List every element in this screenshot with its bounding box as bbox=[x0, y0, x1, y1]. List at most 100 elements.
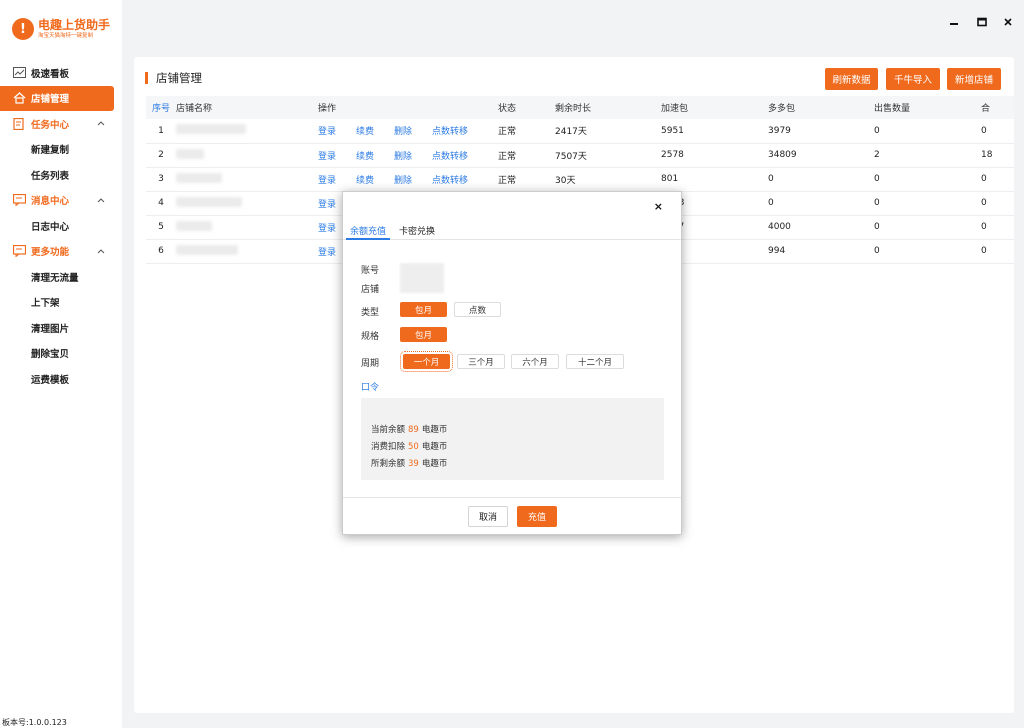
delete-link[interactable]: 删除 bbox=[394, 127, 412, 137]
add-shop-button[interactable]: 新增店铺 bbox=[947, 68, 1001, 90]
tab-card-exchange[interactable]: 卡密兑换 bbox=[399, 224, 435, 240]
logo-icon: ! bbox=[12, 18, 34, 40]
type-option-points[interactable]: 点数 bbox=[454, 302, 501, 317]
row-duoduo-pack: 994 bbox=[768, 239, 874, 264]
task-icon bbox=[12, 117, 26, 130]
renew-link[interactable]: 续费 bbox=[356, 176, 374, 186]
row-status: 正常 bbox=[498, 143, 555, 168]
row-total: 0 bbox=[981, 215, 1014, 240]
shop-label: 店铺 bbox=[361, 285, 380, 295]
transfer-points-link[interactable]: 点数转移 bbox=[432, 152, 468, 162]
table-row: 3 登录 续费 删除 点数转移 正常 30天 801 0 0 0 bbox=[146, 167, 1014, 192]
column-header: 序号 bbox=[146, 96, 176, 119]
row-sold: 0 bbox=[874, 239, 981, 264]
home-icon bbox=[12, 92, 26, 104]
version-label: 板本号:1.0.0.123 bbox=[2, 718, 67, 727]
login-link[interactable]: 登录 bbox=[318, 248, 336, 258]
cancel-button[interactable]: 取消 bbox=[468, 506, 508, 527]
period-option-12-months[interactable]: 十二个月 bbox=[566, 354, 624, 369]
sidebar-item-clean-images[interactable]: 清理图片 bbox=[0, 315, 122, 341]
period-option-1-month[interactable]: 一个月 bbox=[400, 351, 453, 372]
row-duoduo-pack: 3979 bbox=[768, 119, 874, 144]
delete-link[interactable]: 删除 bbox=[394, 176, 412, 186]
minimize-icon[interactable] bbox=[946, 14, 962, 30]
row-seq: 5 bbox=[146, 215, 176, 240]
sidebar-item-shelf[interactable]: 上下架 bbox=[0, 290, 122, 316]
shop-name-redacted bbox=[176, 167, 318, 192]
sidebar-item-label: 运费模板 bbox=[31, 374, 70, 386]
login-link[interactable]: 登录 bbox=[318, 176, 336, 186]
sidebar-item-label: 清理图片 bbox=[31, 323, 70, 335]
row-seq: 4 bbox=[146, 191, 176, 216]
maximize-icon[interactable] bbox=[974, 14, 990, 30]
renew-link[interactable]: 续费 bbox=[356, 127, 374, 137]
chevron-up-icon[interactable] bbox=[97, 119, 105, 127]
transfer-points-link[interactable]: 点数转移 bbox=[432, 127, 468, 137]
sidebar-item-delete-items[interactable]: 删除宝贝 bbox=[0, 341, 122, 367]
sidebar-item-new-copy[interactable]: 新建复制 bbox=[0, 137, 122, 163]
shop-name-redacted bbox=[176, 143, 318, 168]
chevron-up-icon[interactable] bbox=[97, 196, 105, 204]
row-total: 18 bbox=[981, 143, 1014, 168]
login-link[interactable]: 登录 bbox=[318, 127, 336, 137]
table-row: 2 登录 续费 删除 点数转移 正常 7507天 2578 34809 2 18 bbox=[146, 143, 1014, 168]
period-option-6-months[interactable]: 六个月 bbox=[511, 354, 559, 369]
sidebar-item-shop-management[interactable]: 店铺管理 bbox=[0, 85, 114, 111]
sidebar-group-message-center[interactable]: 消息中心 bbox=[0, 188, 122, 214]
sidebar-item-shipping-template[interactable]: 运费模板 bbox=[0, 366, 122, 392]
sidebar-group-more-functions[interactable]: 更多功能 bbox=[0, 239, 122, 265]
shop-name-redacted bbox=[176, 215, 318, 240]
remaining-balance-label: 所剩余额 bbox=[371, 459, 406, 469]
password-link[interactable]: 口令 bbox=[361, 380, 379, 393]
currency-unit: 电趣币 bbox=[421, 425, 448, 435]
sidebar-item-label: 删除宝贝 bbox=[31, 349, 70, 361]
login-link[interactable]: 登录 bbox=[318, 224, 336, 234]
column-header: 剩余时长 bbox=[555, 96, 661, 119]
transfer-points-link[interactable]: 点数转移 bbox=[432, 176, 468, 186]
app-logo: ! 电趣上货助手 淘宝天猫淘特一键复制 bbox=[12, 18, 110, 40]
row-total: 0 bbox=[981, 191, 1014, 216]
row-total: 0 bbox=[981, 239, 1014, 264]
close-icon[interactable]: × bbox=[654, 200, 663, 213]
row-seq: 1 bbox=[146, 119, 176, 144]
sidebar-item-label: 更多功能 bbox=[31, 247, 70, 259]
tab-balance-recharge[interactable]: 余额充值 bbox=[346, 224, 391, 240]
sidebar-item-label: 任务列表 bbox=[31, 170, 70, 182]
login-link[interactable]: 登录 bbox=[318, 152, 336, 162]
column-header: 操作 bbox=[318, 96, 498, 119]
sidebar-item-log-center[interactable]: 日志中心 bbox=[0, 213, 122, 239]
sidebar-item-task-list[interactable]: 任务列表 bbox=[0, 162, 122, 188]
qianniu-import-button[interactable]: 千牛导入 bbox=[886, 68, 940, 90]
app-subtitle: 淘宝天猫淘特一键复制 bbox=[38, 33, 94, 39]
row-duoduo-pack: 34809 bbox=[768, 143, 874, 168]
shop-name-redacted bbox=[176, 239, 318, 264]
row-speed-pack: 801 bbox=[661, 167, 768, 192]
sidebar-group-task-center[interactable]: 任务中心 bbox=[0, 111, 122, 137]
delete-link[interactable]: 删除 bbox=[394, 152, 412, 162]
sidebar-item-label: 店铺管理 bbox=[31, 94, 70, 106]
avatar bbox=[400, 263, 444, 293]
account-label: 账号 bbox=[361, 266, 380, 276]
sidebar: ! 电趣上货助手 淘宝天猫淘特一键复制 极速看板 店铺管理 任务中心 新建复制 bbox=[0, 0, 122, 728]
close-icon[interactable] bbox=[1000, 14, 1016, 30]
more-icon bbox=[12, 245, 26, 258]
remaining-balance-value: 39 bbox=[408, 459, 419, 469]
currency-unit: 电趣币 bbox=[421, 442, 448, 452]
page-title: 店铺管理 bbox=[145, 72, 202, 84]
recharge-dialog: × 余额充值 卡密兑换 账号 店铺 类型 包月 点数 规格 包月 周期 一个月 … bbox=[342, 191, 682, 535]
period-option-3-months[interactable]: 三个月 bbox=[457, 354, 505, 369]
current-balance-value: 89 bbox=[408, 425, 419, 435]
table-row: 1 登录 续费 删除 点数转移 正常 2417天 5951 3979 0 0 bbox=[146, 119, 1014, 144]
sidebar-item-dashboard[interactable]: 极速看板 bbox=[0, 60, 122, 86]
spec-option-monthly[interactable]: 包月 bbox=[400, 327, 447, 342]
period-label: 周期 bbox=[361, 359, 380, 369]
renew-link[interactable]: 续费 bbox=[356, 152, 374, 162]
column-header: 状态 bbox=[498, 96, 555, 119]
type-option-monthly[interactable]: 包月 bbox=[400, 302, 447, 317]
login-link[interactable]: 登录 bbox=[318, 200, 336, 210]
row-remaining: 30天 bbox=[555, 167, 661, 192]
refresh-data-button[interactable]: 刷新数据 bbox=[825, 68, 878, 90]
sidebar-item-clean-no-traffic[interactable]: 清理无流量 bbox=[0, 264, 122, 290]
chevron-up-icon[interactable] bbox=[97, 247, 105, 255]
recharge-button[interactable]: 充值 bbox=[517, 506, 557, 527]
